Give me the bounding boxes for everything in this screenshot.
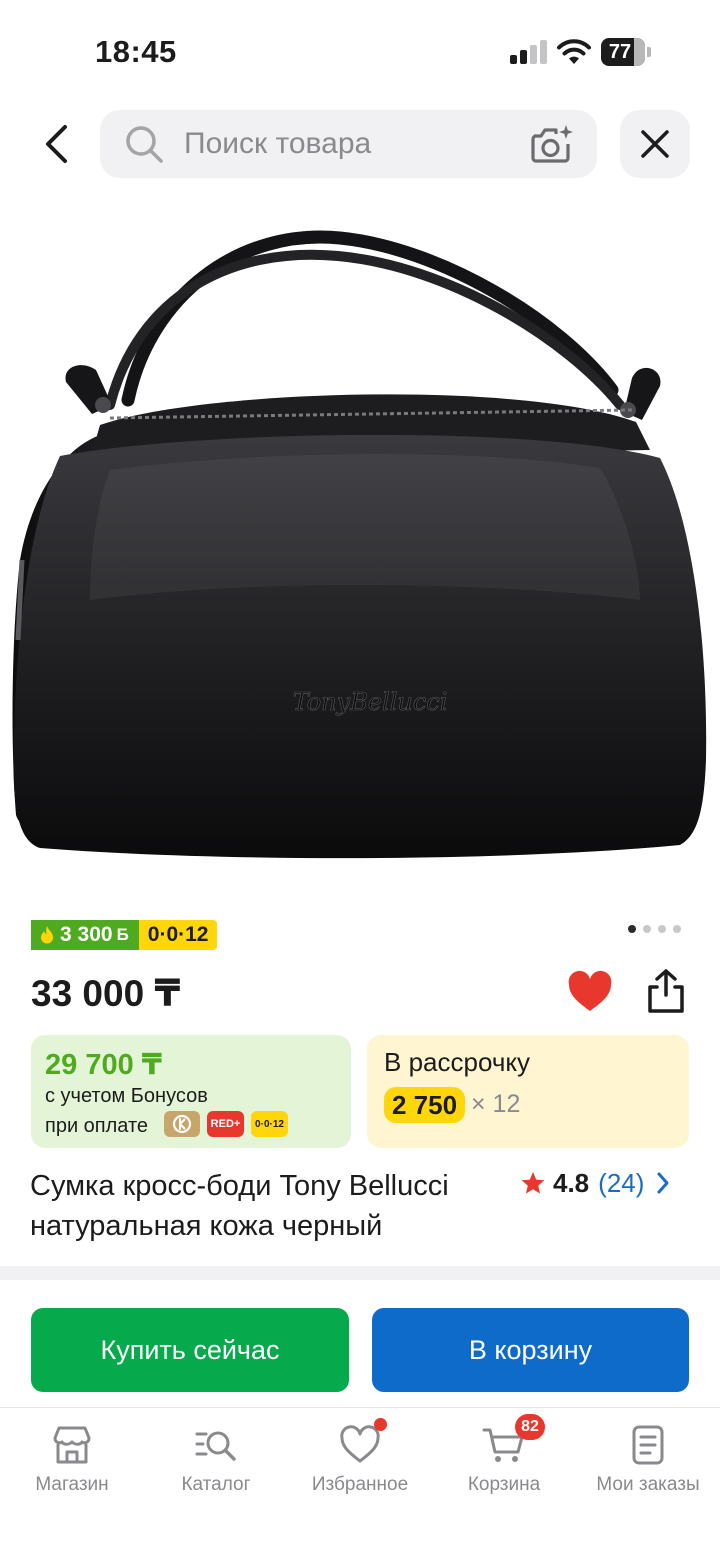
back-button[interactable]	[28, 112, 84, 176]
cellular-signal-icon	[510, 40, 548, 64]
installment-title: В рассрочку	[384, 1047, 531, 1077]
notification-dot	[374, 1418, 387, 1431]
favorite-button[interactable]	[566, 970, 614, 1014]
buy-now-button[interactable]: Купить сейчас	[31, 1308, 349, 1392]
flame-icon	[41, 926, 53, 944]
orders-icon	[632, 1425, 664, 1465]
chevron-left-icon	[46, 125, 67, 163]
tab-favorites[interactable]: Избранное	[288, 1408, 432, 1518]
heart-icon	[568, 970, 612, 1011]
tab-catalog[interactable]: Каталог	[144, 1408, 288, 1518]
image-pagination	[628, 925, 681, 933]
bonus-price-card[interactable]: 29 700 ₸ с учетом Бонусов при оплате RED…	[31, 1035, 351, 1148]
tab-orders-label: Мои заказы	[596, 1474, 700, 1495]
close-button[interactable]	[620, 110, 690, 178]
product-title: Сумка кросс-боди Tony Bellucci натуральн…	[30, 1170, 449, 1242]
heart-icon	[340, 1425, 380, 1463]
section-divider	[0, 1266, 720, 1280]
share-icon	[648, 969, 684, 1013]
status-time: 18:45	[95, 34, 177, 69]
tab-favorites-label: Избранное	[311, 1474, 409, 1495]
pagination-dot	[658, 925, 666, 933]
tab-cart[interactable]: 82 Корзина	[432, 1408, 576, 1518]
kaspi-pay-icon	[164, 1111, 200, 1137]
promo-badges: 3 300 Б 0·0·12	[31, 920, 218, 950]
add-to-cart-button[interactable]: В корзину	[372, 1308, 689, 1392]
installment-pay-icon: 0·0·12	[251, 1111, 288, 1137]
close-icon	[641, 130, 669, 158]
share-button[interactable]	[645, 968, 687, 1014]
camera-search-icon[interactable]	[528, 122, 576, 166]
tab-cart-label: Корзина	[467, 1474, 541, 1495]
bonus-badge: 3 300 Б	[31, 920, 139, 950]
installment-months: × 12	[471, 1090, 521, 1118]
pagination-dot	[628, 925, 636, 933]
bonus-currency: Б	[116, 925, 129, 944]
product-price: 33 000 ₸	[31, 973, 181, 1014]
installment-badge: 0·0·12	[138, 920, 218, 950]
tab-orders[interactable]: Мои заказы	[576, 1408, 720, 1518]
pagination-dot	[643, 925, 651, 933]
bottom-tab-bar: Магазин Каталог Избранное 82 Корзина Мои…	[0, 1407, 720, 1559]
wifi-icon	[557, 39, 591, 64]
bonus-price: 29 700 ₸	[45, 1049, 162, 1081]
tab-store[interactable]: Магазин	[0, 1408, 144, 1518]
rating-link[interactable]: 4.8 (24)	[520, 1166, 670, 1200]
bonus-note: с учетом Бонусов	[45, 1085, 208, 1107]
review-count: (24)	[598, 1167, 645, 1198]
cart-count-badge: 82	[515, 1414, 545, 1440]
tab-store-label: Магазин	[35, 1474, 109, 1495]
red-plus-icon: RED+	[207, 1111, 244, 1137]
search-input[interactable]	[184, 110, 504, 178]
payment-note: при оплате	[45, 1115, 149, 1137]
product-image[interactable]: TonyBellucci	[0, 200, 720, 890]
search-bar[interactable]	[100, 110, 597, 178]
search-icon	[126, 126, 163, 163]
star-icon	[521, 1172, 545, 1194]
catalog-icon	[195, 1431, 236, 1461]
rating-value: 4.8	[553, 1167, 590, 1198]
store-icon	[53, 1426, 91, 1464]
battery-indicator: 77	[601, 38, 651, 66]
bonus-amount: 3 300	[60, 923, 113, 946]
brand-logo: TonyBellucci	[293, 688, 448, 716]
battery-level: 77	[608, 41, 632, 63]
installment-amount: 2 750	[384, 1087, 466, 1123]
tab-catalog-label: Каталог	[181, 1474, 251, 1495]
purchase-actions: Купить сейчас В корзину	[0, 1280, 720, 1408]
installment-card[interactable]: В рассрочку 2 750 × 12	[367, 1035, 689, 1148]
pagination-dot	[673, 925, 681, 933]
chevron-right-icon	[657, 1172, 669, 1194]
status-bar: 18:45 77	[0, 0, 720, 100]
